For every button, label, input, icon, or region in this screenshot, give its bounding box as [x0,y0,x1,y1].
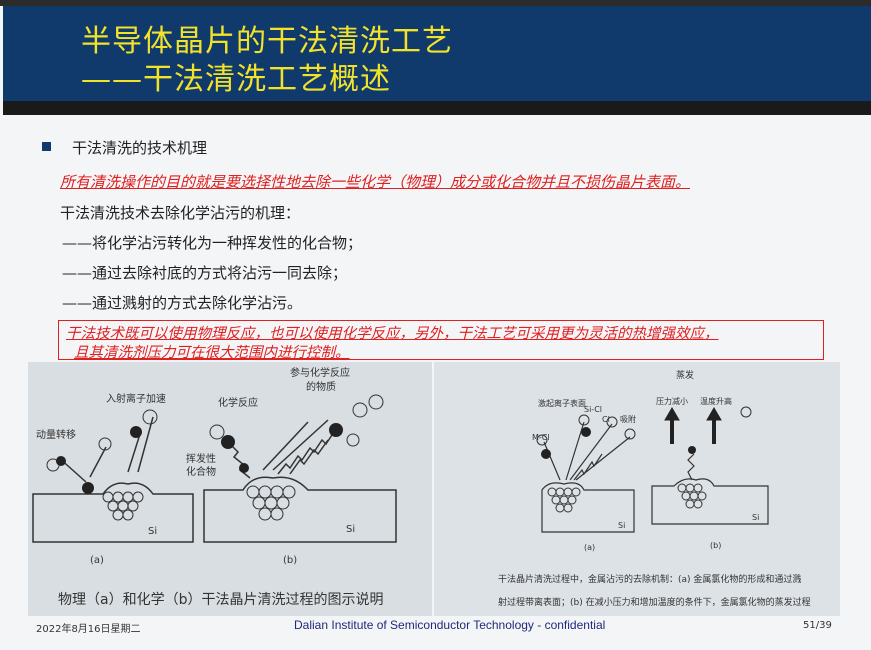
figure-right-caption-2: 射过程带离表面；(b) 在减小压力和增加温度的条件下，金属氯化物的蒸发过程 [498,596,811,608]
label-fig-b: (b) [283,555,297,566]
note-line-2: 且其清洗剂压力可在很大范围内进行控制。 [74,345,350,361]
label-momentum: 动量转移 [36,428,76,441]
label-participate: 参与化学反应 [290,366,350,379]
figure-metal-removal: 蒸发 激起离子表面 Si-Cl Cl M-Cl 吸附 压力减小 温度升高 Si … [434,362,840,616]
figure-right-caption-1: 干法晶片清洗过程中，金属沾污的去除机制：(a) 金属氯化物的形成和通过溅 [498,573,801,585]
mechanism-item-2: ——通过去除衬底的方式将沾污一同去除； [62,264,348,282]
label-sicl: Si-Cl [584,405,602,414]
label-right-fig-a: (a) [584,543,595,552]
slide-header: 半导体晶片的干法清洗工艺 ——干法清洗工艺概述 [3,6,871,101]
bullet-square-icon [42,142,51,151]
bullet-heading: 干法清洗的技术机理 [72,139,208,157]
mechanism-item-1: ——将化学沾污转化为一种挥发性的化合物； [62,234,363,252]
label-attach: 吸附 [620,414,636,424]
mechanism-intro: 干法清洗技术去除化学沾污的机理： [60,204,301,222]
label-pressure: 压力减小 [656,396,688,406]
label-cl: Cl [602,415,610,424]
purpose-statement: 所有清洗操作的目的就是要选择性地去除一些化学（物理）成分或化合物并且不损伤晶片表… [60,173,691,191]
figure-left-drawing: 入射离子加速 动量转移 参与化学反应 的物质 化学反应 挥发性 化合物 Si S… [28,362,432,616]
label-si-a: Si [148,526,157,537]
label-mcl: M-Cl [532,433,550,442]
label-substance: 的物质 [306,380,336,393]
label-si-b: Si [346,524,355,535]
slide-subtitle: ——干法清洗工艺概述 [81,62,391,97]
footer-page-number: 51/39 [803,620,832,631]
label-temperature: 温度升高 [700,396,732,406]
footer-organization: Dalian Institute of Semiconductor Techno… [294,618,606,632]
label-fig-a: (a) [90,555,104,566]
label-right-fig-b: (b) [710,541,721,550]
figure-physical-chemical: 入射离子加速 动量转移 参与化学反应 的物质 化学反应 挥发性 化合物 Si S… [28,362,432,616]
note-line-1: 干法技术既可以使用物理反应，也可以使用化学反应，另外，干法工艺可采用更为灵活的热… [66,326,719,342]
label-ion-accel: 入射离子加速 [106,392,166,405]
label-si-right-b: Si [752,513,759,522]
header-shadow [3,101,871,115]
label-volatile-1: 挥发性 [186,452,216,465]
label-volatile-2: 化合物 [186,465,216,478]
label-si-right-a: Si [618,521,625,530]
slide: 半导体晶片的干法清洗工艺 ——干法清洗工艺概述 干法清洗的技术机理 所有清洗操作… [0,0,871,650]
label-evaporation: 蒸发 [676,369,694,381]
label-chem-reaction: 化学反应 [218,396,258,409]
mechanism-item-3: ——通过溅射的方式去除化学沾污。 [62,294,303,312]
figure-left-caption: 物理（a）和化学（b）干法晶片清洗过程的图示说明 [58,592,383,608]
footer-date: 2022年8月16日星期二 [36,624,141,635]
figure-right-drawing: 蒸发 激起离子表面 Si-Cl Cl M-Cl 吸附 压力减小 温度升高 Si … [434,362,840,616]
label-ion-surface: 激起离子表面 [538,398,586,408]
